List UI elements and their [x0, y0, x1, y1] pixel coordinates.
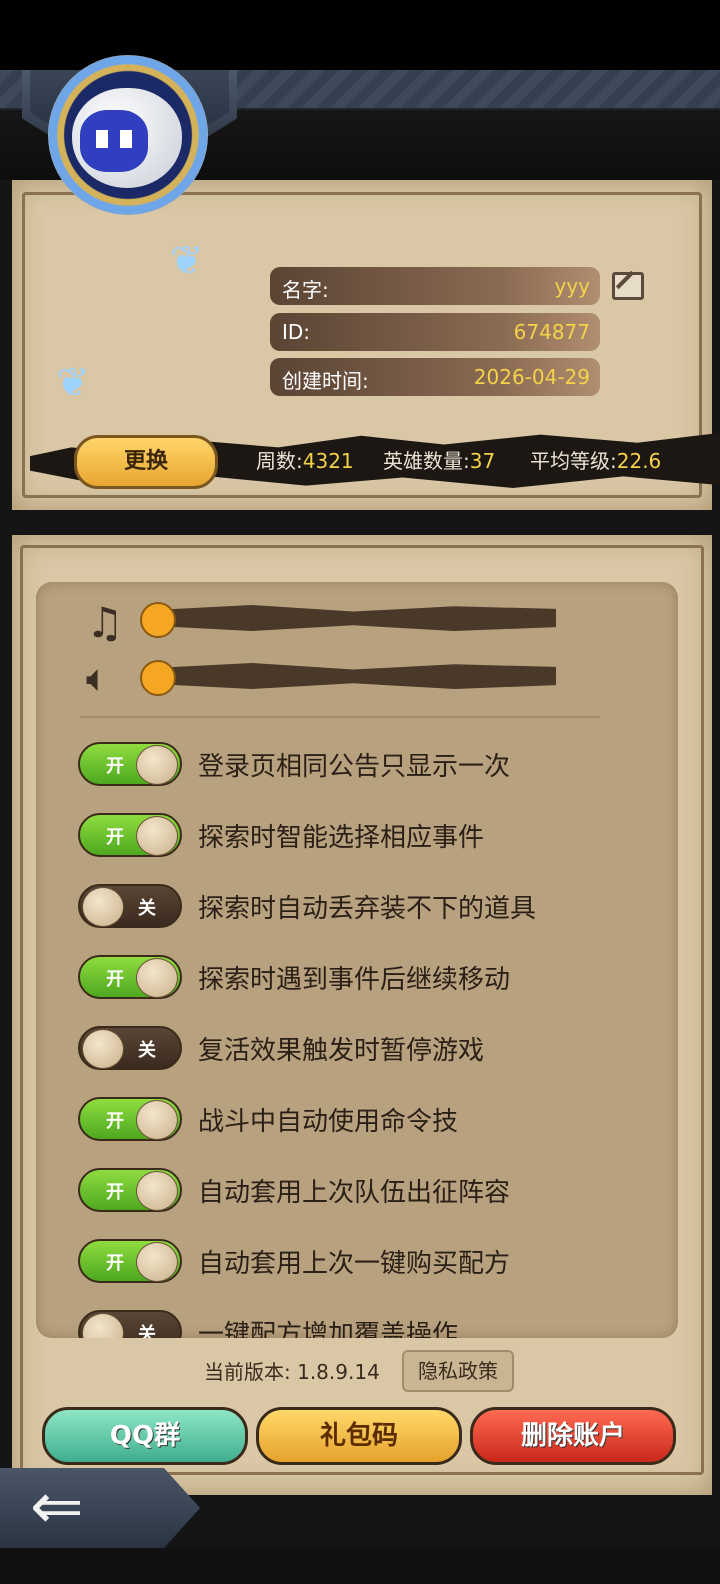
settings-list[interactable]: 开登录页相同公告只显示一次开探索时智能选择相应事件关探索时自动丢弃装不下的道具开… — [36, 582, 678, 1338]
back-arrow-icon: ⇐ — [30, 1470, 84, 1544]
weeks-value: 4321 — [302, 449, 354, 473]
setting-toggle[interactable]: 开 — [78, 1239, 182, 1283]
toggle-state-label: 关 — [138, 1040, 156, 1061]
avg-level-stat: 平均等级:22.6 — [530, 445, 661, 474]
avatar-face — [80, 110, 148, 172]
music-note-icon: ♫ — [86, 598, 124, 647]
setting-row: 开 战斗中自动使用命令技 — [78, 1097, 638, 1143]
weeks-stat: 周数:4321 — [256, 445, 354, 474]
toggle-state-label: 开 — [106, 827, 124, 848]
toggle-knob — [82, 887, 124, 927]
setting-toggle[interactable]: 开 — [78, 1097, 182, 1141]
toggle-knob — [136, 816, 178, 856]
heroes-label: 英雄数量: — [383, 449, 470, 473]
music-volume-knob[interactable] — [140, 602, 176, 638]
avg-level-value: 22.6 — [616, 449, 662, 473]
setting-label: 探索时遇到事件后继续移动 — [198, 965, 511, 995]
setting-toggle[interactable]: 开 — [78, 955, 182, 999]
setting-label: 复活效果触发时暂停游戏 — [198, 1036, 485, 1066]
setting-row: 关 复活效果触发时暂停游戏 — [78, 1026, 638, 1072]
bottom-bar — [0, 1548, 720, 1584]
toggle-knob — [136, 1242, 178, 1282]
setting-toggle[interactable]: 关 — [78, 884, 182, 928]
setting-label: 自动套用上次一键购买配方 — [198, 1249, 511, 1279]
setting-row: 开 自动套用上次队伍出征阵容 — [78, 1168, 638, 1214]
setting-label: 探索时智能选择相应事件 — [198, 823, 485, 853]
setting-toggle[interactable]: 关 — [78, 1310, 182, 1338]
setting-row: 开 探索时遇到事件后继续移动 — [78, 955, 638, 1001]
setting-toggle[interactable]: 开 — [78, 813, 182, 857]
speaker-icon: 🔈︎ — [86, 656, 109, 700]
toggle-state-label: 开 — [106, 1253, 124, 1274]
edit-name-icon[interactable] — [612, 272, 644, 300]
butterfly-icon: ❦ — [56, 360, 90, 406]
setting-toggle[interactable]: 关 — [78, 1026, 182, 1070]
version-text: 当前版本: 1.8.9.14 — [204, 1360, 380, 1384]
created-value: 2026-04-29 — [473, 365, 590, 389]
privacy-policy-button[interactable]: 隐私政策 — [402, 1350, 514, 1392]
toggle-state-label: 开 — [106, 1111, 124, 1132]
toggle-state-label: 关 — [138, 1324, 156, 1338]
avatar-eye-right — [120, 130, 132, 148]
setting-toggle[interactable]: 开 — [78, 1168, 182, 1212]
butterfly-icon: ❦ — [170, 238, 204, 284]
name-row: 名字: yyy — [270, 267, 600, 305]
toggle-knob — [136, 1171, 178, 1211]
created-row: 创建时间: 2026-04-29 — [270, 358, 600, 396]
created-label: 创建时间: — [282, 369, 369, 393]
setting-label: 登录页相同公告只显示一次 — [198, 752, 511, 782]
name-label: 名字: — [282, 278, 329, 302]
id-row: ID: 674877 — [270, 313, 600, 351]
toggle-knob — [136, 745, 178, 785]
toggle-knob — [136, 1100, 178, 1140]
setting-row: 关 一键配方增加覆盖操作 — [78, 1310, 638, 1338]
heroes-stat: 英雄数量:37 — [383, 445, 495, 474]
sound-volume-knob[interactable] — [140, 660, 176, 696]
setting-row: 开 自动套用上次一键购买配方 — [78, 1239, 638, 1285]
toggle-state-label: 开 — [106, 756, 124, 777]
setting-row: 关 探索时自动丢弃装不下的道具 — [78, 884, 638, 930]
avg-level-label: 平均等级: — [530, 449, 617, 473]
toggle-state-label: 关 — [138, 898, 156, 919]
setting-label: 战斗中自动使用命令技 — [198, 1107, 459, 1137]
id-value: 674877 — [513, 320, 590, 344]
toggle-state-label: 开 — [106, 1182, 124, 1203]
toggle-knob — [82, 1029, 124, 1069]
weeks-label: 周数: — [256, 449, 303, 473]
setting-row: 开 探索时智能选择相应事件 — [78, 813, 638, 859]
setting-label: 自动套用上次队伍出征阵容 — [198, 1178, 511, 1208]
toggle-knob — [82, 1313, 124, 1338]
toggle-state-label: 开 — [106, 969, 124, 990]
avatar-eye-left — [96, 130, 108, 148]
id-label: ID: — [282, 320, 311, 344]
toggle-knob — [136, 958, 178, 998]
heroes-value: 37 — [469, 449, 496, 473]
gift-code-button[interactable]: 礼包码 — [256, 1407, 462, 1465]
qq-group-button[interactable]: QQ群 — [42, 1407, 248, 1465]
setting-label: 探索时自动丢弃装不下的道具 — [198, 894, 537, 924]
name-value: yyy — [554, 274, 590, 298]
divider — [80, 716, 600, 718]
delete-account-button[interactable]: 删除账户 — [470, 1407, 676, 1465]
setting-row: 开 登录页相同公告只显示一次 — [78, 742, 638, 788]
change-avatar-button[interactable]: 更换 — [74, 435, 218, 489]
setting-label: 一键配方增加覆盖操作 — [198, 1320, 459, 1338]
setting-toggle[interactable]: 开 — [78, 742, 182, 786]
